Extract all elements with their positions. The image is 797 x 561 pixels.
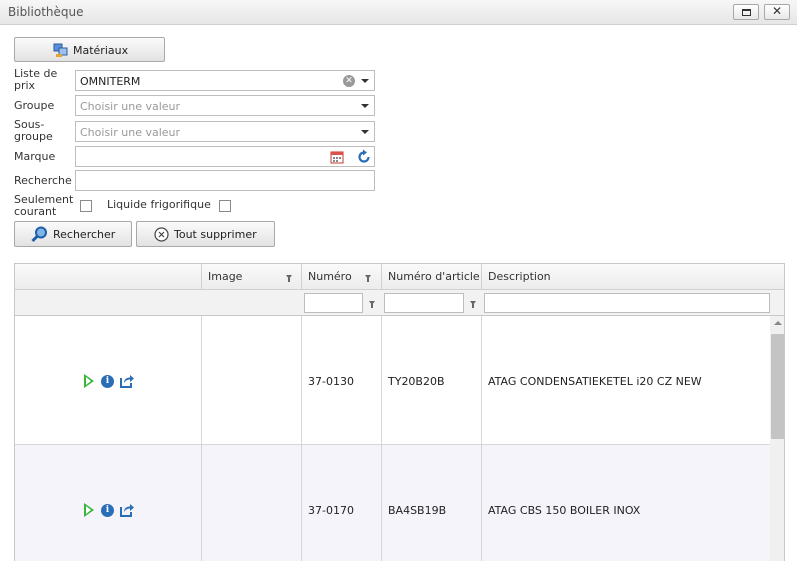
clear-all-label: Tout supprimer (174, 228, 257, 241)
number-filter-input[interactable] (304, 293, 363, 313)
library-window: Bibliothèque ✕ Matériaux Liste de prix O… (0, 0, 797, 561)
number-cell: 37-0130 (301, 316, 381, 445)
search-button[interactable]: Rechercher (14, 221, 132, 247)
scroll-up-arrow-icon[interactable] (774, 321, 782, 325)
column-header-label: Image (208, 270, 243, 283)
column-header-article-number[interactable]: Numéro d'article (381, 264, 481, 290)
refresh-icon[interactable] (356, 149, 372, 165)
brand-label: Marque (14, 150, 56, 163)
image-cell (201, 445, 301, 561)
grid-header: Image Numéro Numéro d'article Descriptio… (15, 264, 784, 290)
maximize-icon (742, 9, 751, 16)
title-bar: Bibliothèque ✕ (0, 0, 797, 25)
image-cell (201, 316, 301, 445)
group-select[interactable]: Choisir une valeur (75, 95, 375, 116)
info-icon[interactable]: i (101, 504, 114, 517)
info-icon[interactable]: i (101, 375, 114, 388)
search-label: Recherche (14, 174, 72, 187)
filter-icon[interactable] (286, 275, 292, 282)
play-icon[interactable] (84, 503, 94, 517)
brand-field[interactable] (75, 146, 375, 167)
filter-icon[interactable] (365, 275, 371, 282)
subgroup-placeholder: Choisir une valeur (80, 126, 181, 139)
subgroup-label-line2: groupe (14, 130, 53, 143)
scrollbar-thumb[interactable] (771, 334, 784, 439)
current-only-label-line2: courant (14, 205, 57, 218)
price-list-value: OMNITERM (80, 75, 141, 88)
refrigerant-label: Liquide frigorifique (107, 198, 211, 211)
maximize-button[interactable] (733, 4, 759, 20)
column-header-number[interactable]: Numéro (301, 264, 381, 290)
clear-all-button[interactable]: Tout supprimer (136, 221, 275, 247)
article-number-cell: TY20B20B (381, 316, 481, 445)
article-number-cell: BA4SB19B (381, 445, 481, 561)
price-list-label-line2: prix (14, 79, 36, 92)
subgroup-select[interactable]: Choisir une valeur (75, 121, 375, 142)
close-button[interactable]: ✕ (764, 4, 790, 20)
description-filter-input[interactable] (484, 293, 770, 313)
materials-label: Matériaux (73, 44, 129, 57)
price-list-select[interactable]: OMNITERM ✕ (75, 70, 375, 91)
share-icon[interactable] (119, 373, 135, 389)
calendar-icon[interactable] (330, 150, 344, 164)
column-header-description[interactable]: Description (481, 264, 784, 290)
description-value: ATAG CONDENSATIEKETEL i20 CZ NEW (488, 375, 702, 388)
vertical-scrollbar[interactable] (770, 316, 784, 561)
article-number-filter-input[interactable] (384, 293, 464, 313)
clear-value-icon[interactable]: ✕ (343, 75, 355, 87)
search-input[interactable] (75, 170, 375, 191)
price-list-label: Liste de prix (14, 68, 57, 92)
group-placeholder: Choisir une valeur (80, 100, 181, 113)
current-only-label: Seulement courant (14, 194, 73, 218)
number-cell: 37-0170 (301, 445, 381, 561)
clear-circle-icon (154, 227, 169, 242)
table-row[interactable]: i 37-0170 BA4SB19B ATAG CBS 150 BOILER I… (15, 445, 770, 561)
number-value: 37-0170 (308, 504, 354, 517)
column-header-label: Numéro d'article (388, 270, 480, 283)
filter-icon[interactable] (369, 301, 375, 308)
search-button-label: Rechercher (53, 228, 116, 241)
chevron-down-icon[interactable] (361, 130, 369, 134)
table-row[interactable]: i 37-0130 TY20B20B ATAG CONDENSATIEKETEL… (15, 316, 770, 445)
refrigerant-checkbox[interactable] (219, 200, 231, 212)
share-icon[interactable] (119, 502, 135, 518)
close-icon: ✕ (771, 4, 783, 18)
magnifier-icon (31, 226, 47, 243)
filter-icon[interactable] (470, 301, 476, 308)
column-header-image[interactable]: Image (201, 264, 301, 290)
description-value: ATAG CBS 150 BOILER INOX (488, 504, 641, 517)
play-icon[interactable] (84, 374, 94, 388)
chevron-down-icon[interactable] (361, 104, 369, 108)
number-value: 37-0130 (308, 375, 354, 388)
subgroup-label: Sous- groupe (14, 119, 53, 143)
chevron-down-icon[interactable] (361, 79, 369, 83)
grid-filter-row (15, 290, 784, 316)
description-cell: ATAG CONDENSATIEKETEL i20 CZ NEW (481, 316, 770, 445)
row-actions-cell: i (15, 316, 201, 445)
materials-button[interactable]: Matériaux (14, 37, 165, 62)
article-number-value: TY20B20B (388, 375, 445, 388)
column-header-label: Numéro (308, 270, 352, 283)
current-only-checkbox[interactable] (80, 200, 92, 212)
row-actions-cell: i (15, 445, 201, 561)
materials-icon (53, 43, 68, 57)
window-title: Bibliothèque (8, 5, 84, 19)
group-label: Groupe (14, 99, 55, 112)
description-cell: ATAG CBS 150 BOILER INOX (481, 445, 770, 561)
article-number-value: BA4SB19B (388, 504, 447, 517)
results-grid: Image Numéro Numéro d'article Descriptio… (14, 263, 785, 561)
column-header-label: Description (488, 270, 551, 283)
